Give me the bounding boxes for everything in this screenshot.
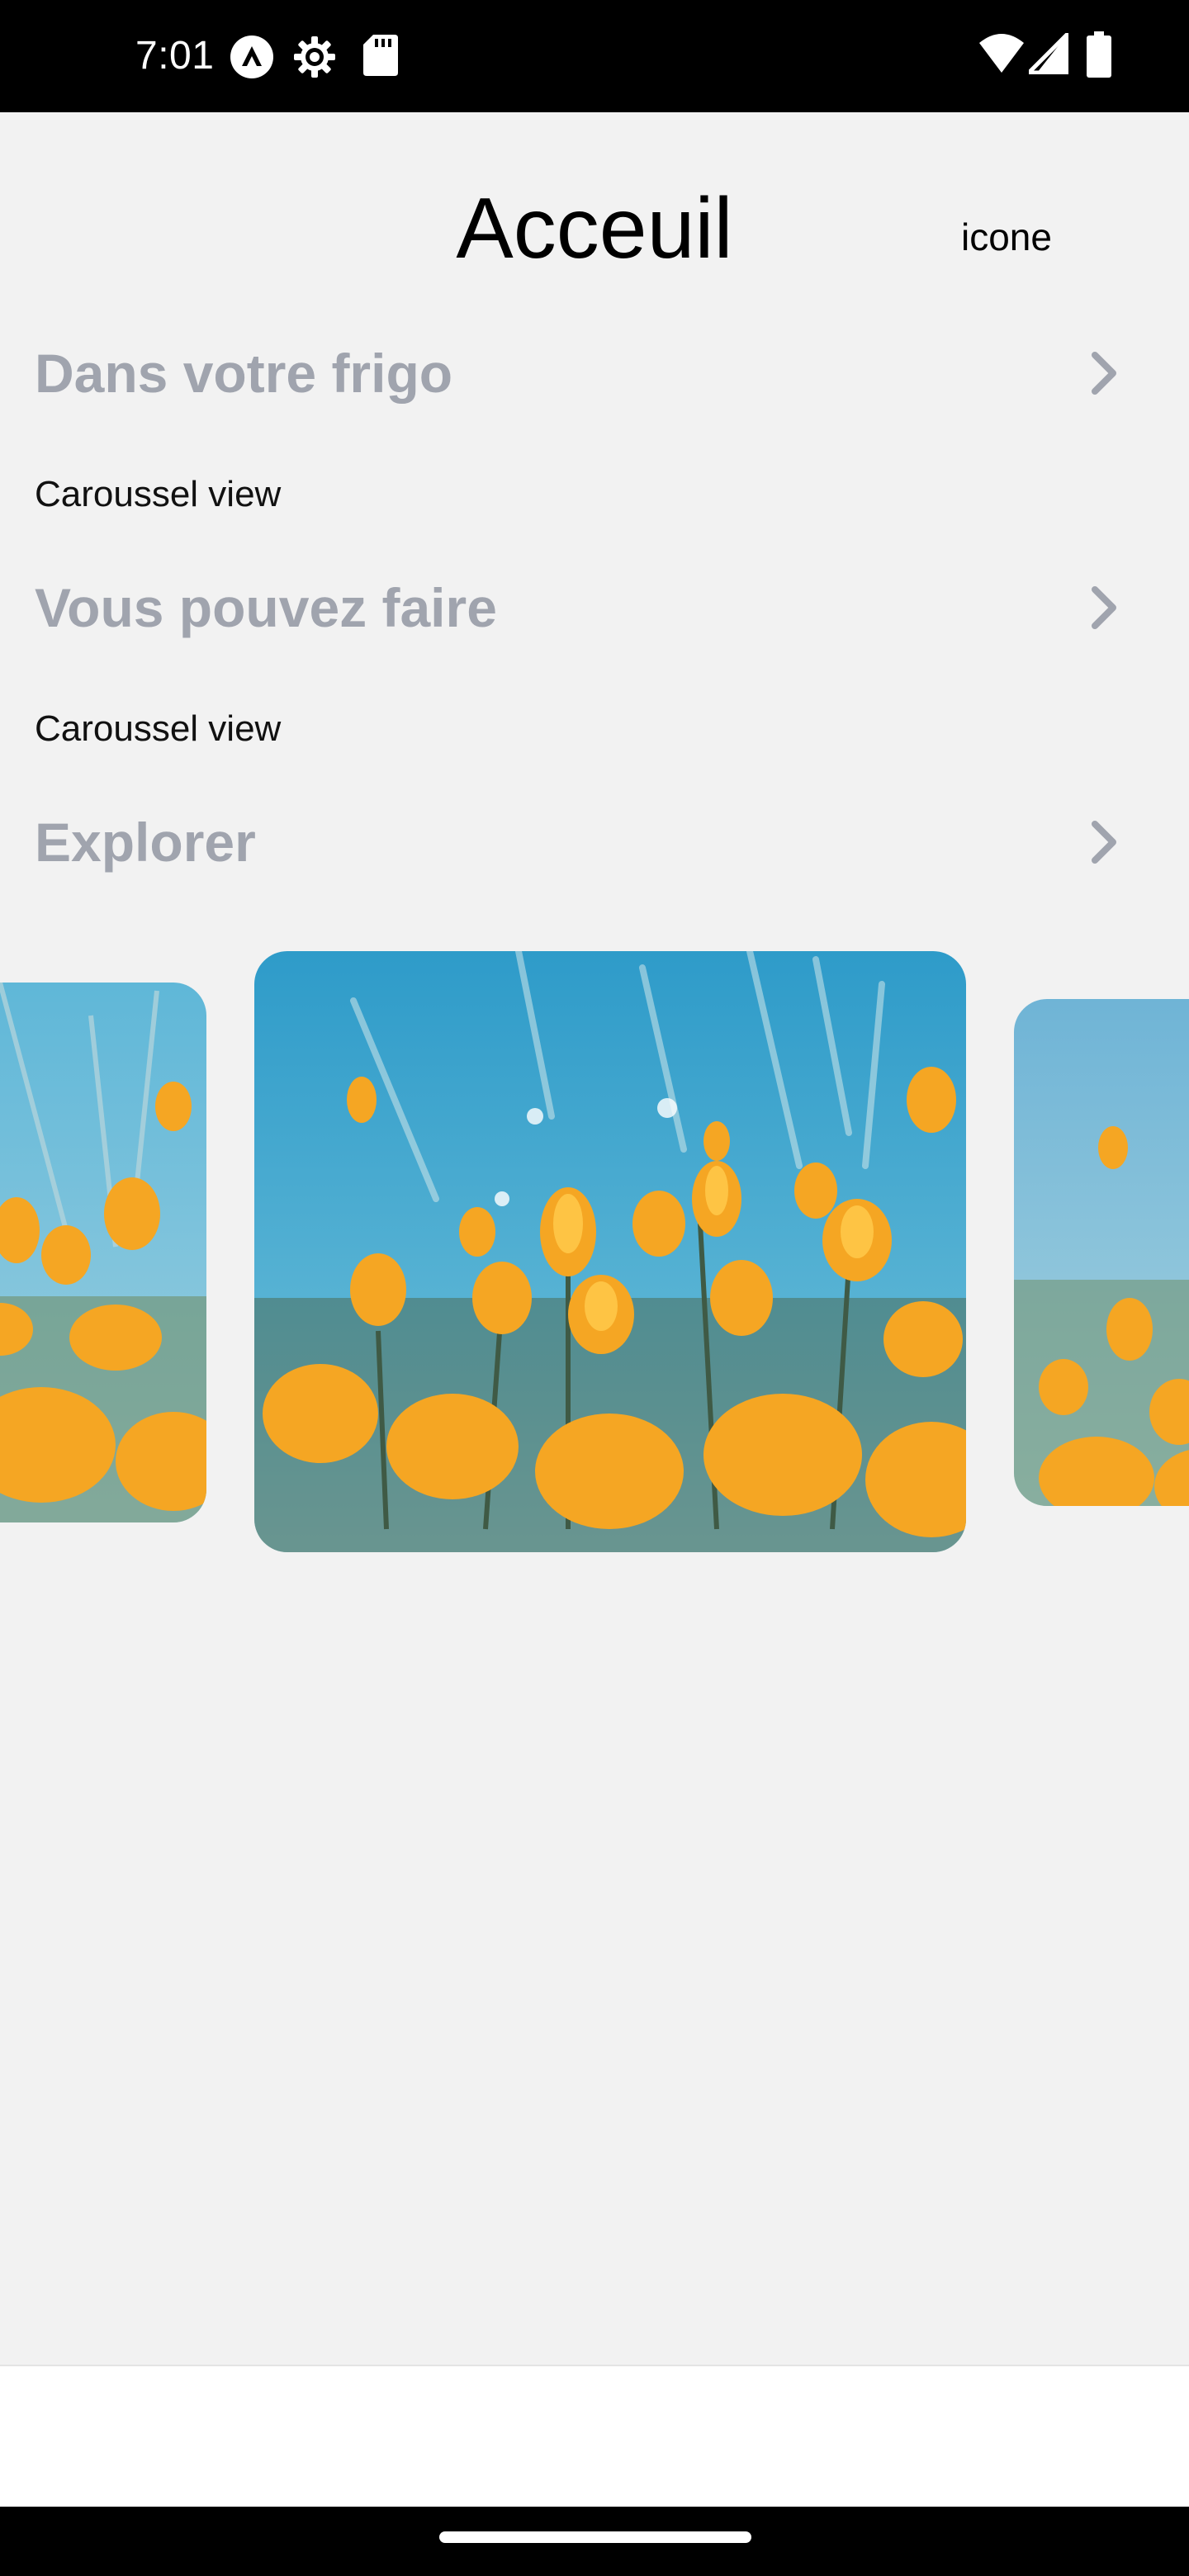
section-header-explore[interactable]: Explorer [0,799,1189,882]
flower-field-image [0,983,206,1522]
caroussel-placeholder: Caroussel view [35,708,282,749]
section-title: Explorer [35,812,256,873]
carousel-card-active[interactable] [254,951,966,1552]
status-time: 7:01 [135,34,215,78]
chevron-right-icon [1090,350,1120,400]
section-header-can-make[interactable]: Vous pouvez faire [0,565,1189,647]
settings-gear-icon [292,35,337,83]
sd-card-icon [363,35,398,80]
flower-field-image [1014,999,1189,1506]
status-bar: 7:01 [0,0,1189,112]
chevron-right-icon [1090,819,1120,869]
battery-icon [1087,31,1111,82]
header-icon-button[interactable]: icone [961,215,1052,259]
flower-field-image [254,951,966,1552]
bottom-tab-bar [0,2365,1189,2507]
section-header-fridge[interactable]: Dans votre frigo [0,330,1189,413]
system-nav-bar [0,2507,1189,2576]
caroussel-placeholder: Caroussel view [35,474,282,514]
arrow-up-circle-icon [230,35,274,83]
section-title: Vous pouvez faire [35,577,497,638]
home-gesture-handle[interactable] [439,2531,751,2543]
chevron-right-icon [1090,585,1120,635]
carousel-card-next[interactable] [1014,999,1189,1506]
carousel-card-previous[interactable] [0,983,206,1522]
wifi-icon [979,33,1024,78]
section-title: Dans votre frigo [35,343,453,404]
signal-icon [1023,27,1071,78]
